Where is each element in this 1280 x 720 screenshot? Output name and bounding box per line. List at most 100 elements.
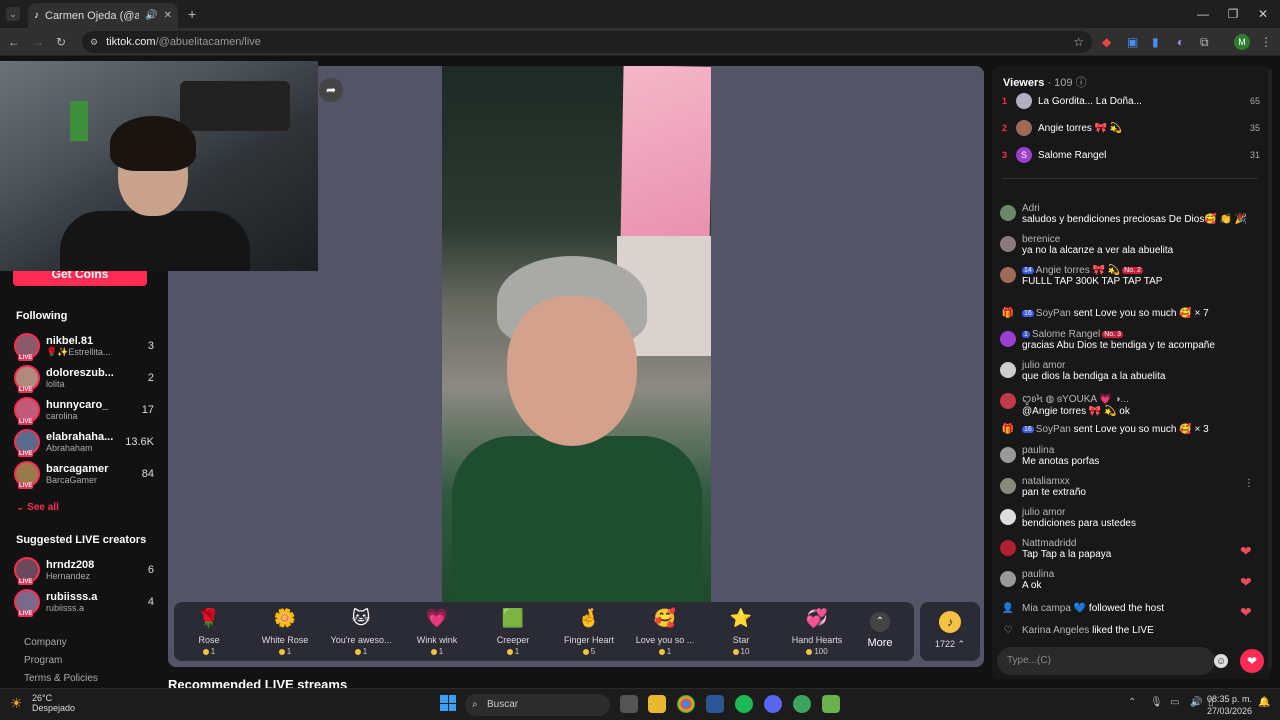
gift-price: 1 xyxy=(286,647,292,656)
chat-message[interactable]: ꨄ︎ʚϞ ◍ ɞYOUKA 💗 ◑... @Angie torres 🎀 💫 ok xyxy=(1000,391,1262,417)
emoji-icon[interactable]: ☺ xyxy=(1214,654,1228,668)
chat-message[interactable]: berenice ya no la alcanze a ver ala abuel… xyxy=(1000,234,1262,256)
avatar xyxy=(1000,236,1016,252)
footer-program-link[interactable]: Program xyxy=(24,655,62,666)
see-all-link[interactable]: ⌄ See all xyxy=(16,497,59,515)
audio-icon[interactable]: 🔊 xyxy=(145,10,157,21)
gift-love-you[interactable]: 🥰 Love you so ... 1 xyxy=(630,606,700,658)
microphone-icon[interactable]: 🎙 xyxy=(1150,697,1163,708)
minimize-icon[interactable]: — xyxy=(1188,4,1218,24)
viewer-count: 17 xyxy=(141,404,154,416)
gift-more-button[interactable]: ⌃ More xyxy=(850,606,910,658)
new-tab-icon[interactable]: + xyxy=(188,6,196,22)
top-viewer-row[interactable]: 2 Angie torres 🎀 💫 35 xyxy=(1002,116,1260,140)
translate-icon[interactable]: ▣ xyxy=(1127,35,1138,49)
chat-message[interactable]: 14 Angie torres 🎀 💫 No. 2 FULLL TAP 300K TA… xyxy=(1000,265,1262,287)
gift-youre-awesome[interactable]: 🐱 You're aweso... 1 xyxy=(326,606,396,658)
following-item[interactable]: LIVE nikbel.81 🌹✨Estrellita... 3 xyxy=(14,331,154,361)
suggested-item[interactable]: LIVE hrndz208 Hernandez 6 xyxy=(14,555,154,585)
gift-creeper[interactable]: 🟩 Creeper 1 xyxy=(478,606,548,658)
app-icon[interactable] xyxy=(706,695,724,713)
volume-icon[interactable]: 🔊 xyxy=(1190,697,1202,708)
gift-price: 1 xyxy=(210,647,216,656)
chat-gift-event[interactable]: 🎁 16 SoyPan sent Love you so much 🥰 × 7 xyxy=(1000,308,1262,319)
share-icon[interactable]: ➦ xyxy=(319,78,343,102)
app-2-icon[interactable] xyxy=(793,695,811,713)
extension-2-icon[interactable]: ▮ xyxy=(1152,35,1159,49)
top-viewer-row[interactable]: 1 La Gordita... La Doña... 65 xyxy=(1002,89,1260,113)
url-field[interactable]: ⚙ tiktok.com/@abuelitacamen/live ☆ xyxy=(82,31,1092,53)
extension-3-icon[interactable]: ◐ xyxy=(1177,35,1184,49)
start-tile xyxy=(440,703,448,711)
task-view-icon[interactable] xyxy=(620,695,638,713)
coin-balance-button[interactable]: ♪ 1722 ⌃ xyxy=(920,602,980,661)
chrome-icon[interactable] xyxy=(677,695,695,713)
suggested-item[interactable]: LIVE rubiisss.a rubiisss.a 4 xyxy=(14,587,154,617)
gift-star[interactable]: ⭐ Star 10 xyxy=(706,606,776,658)
taskbar-clock[interactable]: 08:35 p. m. 27/03/2026 xyxy=(1207,693,1252,717)
windows-start-icon[interactable] xyxy=(440,695,456,711)
close-tab-icon[interactable]: ✕ xyxy=(164,10,172,21)
maximize-icon[interactable]: ❐ xyxy=(1218,4,1248,24)
level-badge: 1 xyxy=(1022,330,1030,338)
gift-finger-heart[interactable]: 🤞 Finger Heart 5 xyxy=(554,606,624,658)
chat-message[interactable]: 1 Salome Rangel No. 3 gracias Abu Dios te b… xyxy=(1000,329,1262,351)
gift-name: Wink wink xyxy=(416,635,458,645)
network-icon[interactable]: ▭ xyxy=(1170,697,1179,708)
like-heart-button[interactable]: ❤ xyxy=(1240,649,1264,673)
following-item[interactable]: LIVE hunnycaro_ carolina 17 xyxy=(14,395,154,425)
extensions-puzzle-icon[interactable]: ⧉ xyxy=(1200,35,1209,50)
browser-tab[interactable]: ♪ Carmen Ojeda (@abuelitac 🔊 ✕ xyxy=(28,3,178,28)
chat-gift-event[interactable]: 🎁 16 SoyPan sent Love you so much 🥰 × 3 xyxy=(1000,424,1262,435)
following-item[interactable]: LIVE doloreszub... lolita 2 xyxy=(14,363,154,393)
menu-dots-icon[interactable]: ⋮ xyxy=(1260,35,1272,49)
search-label: Buscar xyxy=(487,699,519,710)
spotify-icon[interactable] xyxy=(735,695,753,713)
minecraft-icon[interactable] xyxy=(822,695,840,713)
viewer-rank: 2 xyxy=(1002,123,1008,133)
gift-white-rose[interactable]: 🌼 White Rose 1 xyxy=(250,606,320,658)
chat-message[interactable]: Adri saludos y bendiciones preciosas De D… xyxy=(1000,203,1262,225)
site-info-icon[interactable]: ⚙ xyxy=(90,37,98,48)
following-item[interactable]: LIVE barcagamer BarcaGamer 84 xyxy=(14,459,154,489)
chat-message[interactable]: nataliamxx pan te extraño ⋮ xyxy=(1000,476,1262,498)
chat-message[interactable]: paulina Me anotas porfas xyxy=(1000,445,1262,467)
footer-terms-link[interactable]: Terms & Policies xyxy=(24,673,98,684)
gift-icon: 🎁 xyxy=(1001,424,1015,435)
gift-wink-wink[interactable]: 💗 Wink wink 1 xyxy=(402,606,472,658)
file-explorer-icon[interactable] xyxy=(648,695,666,713)
weather-widget[interactable]: ☀ 26°C Despejado xyxy=(10,693,75,713)
notifications-icon[interactable]: 🔔 xyxy=(1258,697,1270,708)
taskbar-search[interactable]: ⌕ Buscar xyxy=(465,694,610,716)
back-icon[interactable]: ← xyxy=(8,35,20,49)
extension-icon[interactable]: ◆ xyxy=(1102,35,1111,49)
tab-list-icon[interactable]: ⌄ xyxy=(6,7,20,21)
chat-scrollbar[interactable] xyxy=(1268,69,1272,669)
live-video[interactable] xyxy=(442,66,711,602)
bookmark-star-icon[interactable]: ☆ xyxy=(1073,35,1084,49)
close-window-icon[interactable]: ✕ xyxy=(1248,4,1278,24)
following-item[interactable]: LIVE elabrahaha... Abrahaham 13.6K xyxy=(14,427,154,457)
reload-icon[interactable]: ↻ xyxy=(56,35,66,49)
chat-input[interactable]: Type...(C) xyxy=(997,647,1215,675)
gift-hand-hearts[interactable]: 💞 Hand Hearts 100 xyxy=(782,606,852,658)
tray-chevron-up-icon[interactable]: ⌃ xyxy=(1128,697,1136,708)
chat-message[interactable]: Nattmadridd Tap Tap a la papaya ❤ xyxy=(1000,538,1262,560)
webcam-person-hair xyxy=(110,116,196,171)
chat-message[interactable]: paulina A ok ❤ xyxy=(1000,569,1262,591)
more-options-icon[interactable]: ⋮ xyxy=(1244,478,1254,489)
footer-company-link[interactable]: Company xyxy=(24,637,67,648)
chat-user: berenice xyxy=(1022,234,1061,245)
info-icon[interactable]: ⓘ xyxy=(1076,77,1087,89)
heart-icon: ❤ xyxy=(1240,543,1252,559)
top-viewer-row[interactable]: 3 S Salome Rangel 31 xyxy=(1002,143,1260,167)
chat-message[interactable]: julio amor que dios la bendiga a la abuel… xyxy=(1000,360,1262,382)
forward-icon[interactable]: → xyxy=(32,35,44,49)
more-label: More xyxy=(867,637,893,649)
chat-message[interactable]: julio amor bendiciones para ustedes xyxy=(1000,507,1262,529)
discord-icon[interactable] xyxy=(764,695,782,713)
avatar: LIVE xyxy=(14,557,40,585)
event-user: Karina Angeles xyxy=(1022,625,1090,636)
profile-avatar[interactable]: M xyxy=(1234,34,1250,50)
gift-rose[interactable]: 🌹 Rose 1 xyxy=(174,606,244,658)
